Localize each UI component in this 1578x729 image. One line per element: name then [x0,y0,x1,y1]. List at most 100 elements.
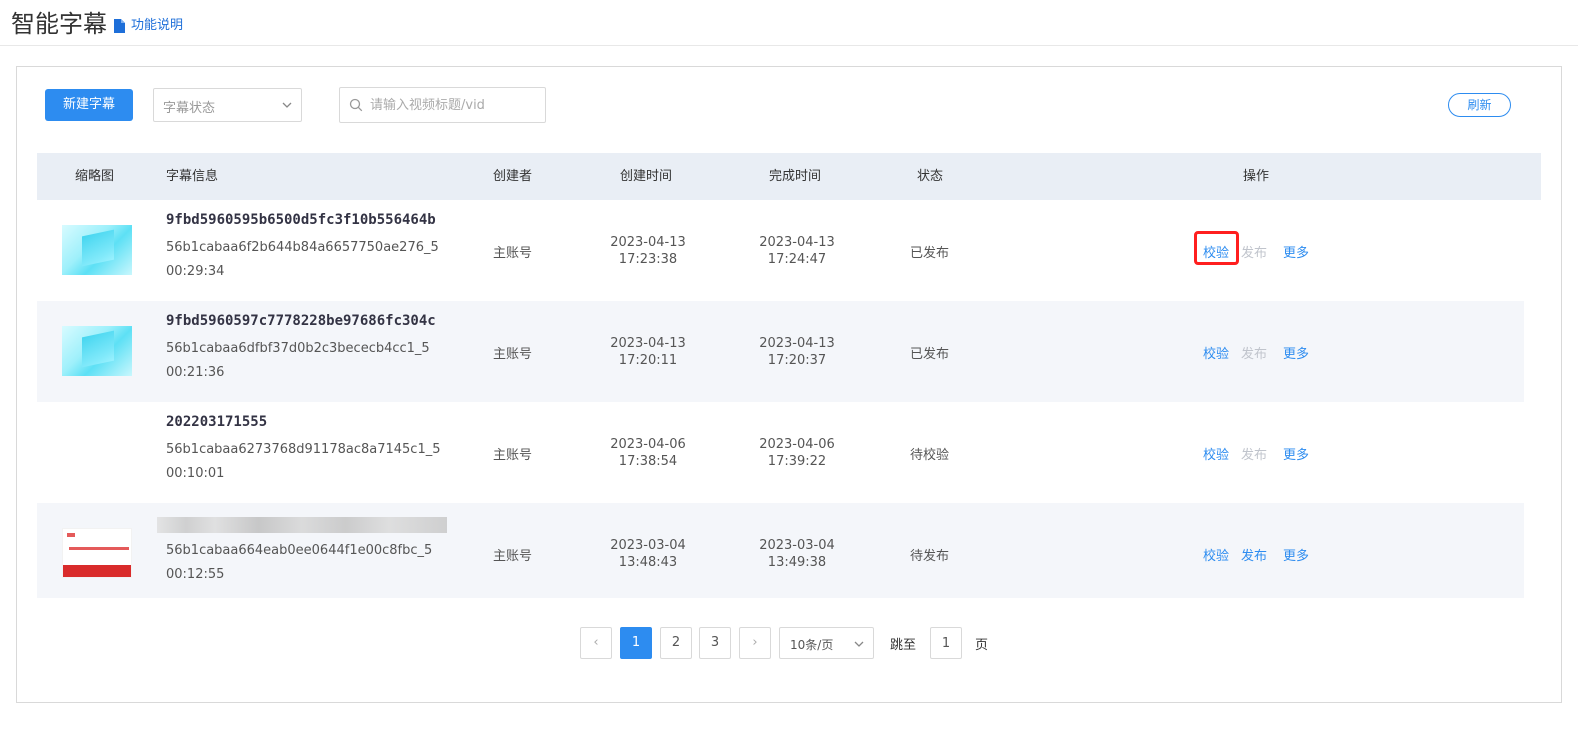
created-time: 17:23:38 [618,252,678,267]
created-time: 13:48:43 [618,555,678,570]
column-header-thumbnail: 缩略图 [75,169,115,184]
finished-time: 17:20:37 [767,353,827,368]
publish-link[interactable]: 发布 [1241,545,1267,564]
page-size-value: 10条/页 [790,638,834,652]
subtitle-title: 9fbd5960595b6500d5fc3f10b556464b [166,212,436,228]
finished-date: 2023-03-04 [759,538,835,553]
search-icon [349,98,363,112]
creator-cell: 主账号 [493,448,533,463]
document-icon [114,19,125,33]
search-input[interactable] [370,95,540,115]
finished-at-cell: 2023-04-13 17:20:37 [752,335,842,369]
jump-suffix: 页 [975,638,989,653]
publish-link: 发布 [1241,347,1268,362]
column-header-status: 状态 [917,169,944,184]
column-header-info: 字幕信息 [166,169,219,184]
chevron-left-icon: ‹ [593,635,599,650]
page-size-select[interactable]: 10条/页 [779,627,874,659]
subtitle-vid: 56b1cabaa664eab0ee0644f1e00c8fbc_5 [166,543,433,558]
jump-label: 跳至 [890,638,917,653]
column-header-created-at: 创建时间 [620,169,673,184]
subtitle-vid: 56b1cabaa6dfbf37d0b2c3bececb4cc1_5 [166,341,430,356]
redacted-title [157,517,447,533]
created-date: 2023-04-13 [610,235,686,250]
status-cell: 待发布 [910,549,950,564]
finished-date: 2023-04-13 [759,235,835,250]
page-button-2[interactable]: 2 [660,627,692,659]
created-date: 2023-04-06 [610,437,686,452]
created-at-cell: 2023-03-04 13:48:43 [603,537,693,571]
finished-at-cell: 2023-04-13 17:24:47 [752,234,842,268]
table-header: 缩略图 字幕信息 创建者 创建时间 完成时间 状态 操作 [37,153,1541,200]
finished-time: 17:39:22 [767,454,827,469]
page-header: 智能字幕 功能说明 [0,0,1578,46]
help-link-label: 功能说明 [131,18,184,33]
subtitle-status-placeholder: 字幕状态 [163,101,216,116]
verify-link[interactable]: 校验 [1203,242,1229,261]
creator-cell: 主账号 [493,246,533,261]
status-cell: 已发布 [910,246,950,261]
column-header-actions: 操作 [1243,169,1270,184]
chevron-right-icon: › [752,635,758,650]
more-link[interactable]: 更多 [1283,242,1309,261]
chevron-down-icon [854,641,864,647]
subtitle-duration: 00:10:01 [166,466,225,481]
toolbar: 新建字幕 字幕状态 刷新 [17,67,1561,147]
subtitle-duration: 00:29:34 [166,264,225,279]
page-button-3[interactable]: 3 [699,627,731,659]
created-date: 2023-03-04 [610,538,686,553]
finished-at-cell: 2023-04-06 17:39:22 [752,436,842,470]
column-header-finished-at: 完成时间 [769,169,822,184]
video-thumbnail[interactable] [62,528,132,578]
table-row[interactable]: 56b1cabaa664eab0ee0644f1e00c8fbc_5 00:12… [37,503,1524,598]
search-box[interactable] [339,87,546,123]
table-row[interactable]: 9fbd5960597c7778228be97686fc304c 56b1cab… [37,301,1524,402]
subtitle-duration: 00:21:36 [166,365,225,380]
subtitle-vid: 56b1cabaa6f2b644b84a6657750ae276_5 [166,240,439,255]
finished-date: 2023-04-06 [759,437,835,452]
created-date: 2023-04-13 [610,336,686,351]
created-time: 17:20:11 [618,353,678,368]
subtitle-title: 202203171555 [166,414,268,430]
publish-link: 发布 [1241,246,1268,261]
table-row[interactable]: 9fbd5960595b6500d5fc3f10b556464b 56b1cab… [37,200,1524,301]
creator-cell: 主账号 [493,347,533,362]
video-thumbnail[interactable] [62,225,132,275]
subtitle-title: 9fbd5960597c7778228be97686fc304c [166,313,436,329]
verify-link[interactable]: 校验 [1203,545,1229,564]
status-cell: 已发布 [910,347,950,362]
help-link[interactable]: 功能说明 [114,17,183,35]
subtitle-status-select[interactable]: 字幕状态 [153,88,302,122]
subtitle-table: 缩略图 字幕信息 创建者 创建时间 完成时间 状态 操作 9fbd5960595… [37,153,1541,598]
status-cell: 待校验 [910,448,950,463]
subtitle-duration: 00:12:55 [166,567,225,582]
created-at-cell: 2023-04-13 17:20:11 [603,335,693,369]
video-thumbnail[interactable] [62,326,132,376]
finished-date: 2023-04-13 [759,336,835,351]
subtitle-list-card: 新建字幕 字幕状态 刷新 缩略图 字幕信息 创建者 创建时间 完成时间 状态 操… [16,66,1562,703]
refresh-button[interactable]: 刷新 [1448,93,1511,117]
pagination: ‹ 1 2 3 › 10条/页 跳至 页 [17,627,1561,661]
page-button-1[interactable]: 1 [620,627,652,659]
prev-page-button[interactable]: ‹ [580,627,612,659]
table-row[interactable]: 202203171555 56b1cabaa6273768d91178ac8a7… [37,402,1524,503]
more-link[interactable]: 更多 [1283,545,1309,564]
publish-link: 发布 [1241,448,1268,463]
next-page-button[interactable]: › [739,627,771,659]
page-title: 智能字幕 [11,10,107,38]
created-time: 17:38:54 [618,454,678,469]
created-at-cell: 2023-04-13 17:23:38 [603,234,693,268]
chevron-down-icon [282,102,292,108]
column-header-creator: 创建者 [493,169,533,184]
finished-time: 17:24:47 [767,252,827,267]
created-at-cell: 2023-04-06 17:38:54 [603,436,693,470]
subtitle-vid: 56b1cabaa6273768d91178ac8a7145c1_5 [166,442,441,457]
verify-link[interactable]: 校验 [1203,444,1229,463]
more-link[interactable]: 更多 [1283,444,1309,463]
more-link[interactable]: 更多 [1283,343,1309,362]
creator-cell: 主账号 [493,549,533,564]
jump-page-input[interactable] [930,627,962,659]
verify-link[interactable]: 校验 [1203,343,1229,362]
finished-at-cell: 2023-03-04 13:49:38 [752,537,842,571]
new-subtitle-button[interactable]: 新建字幕 [45,89,133,121]
